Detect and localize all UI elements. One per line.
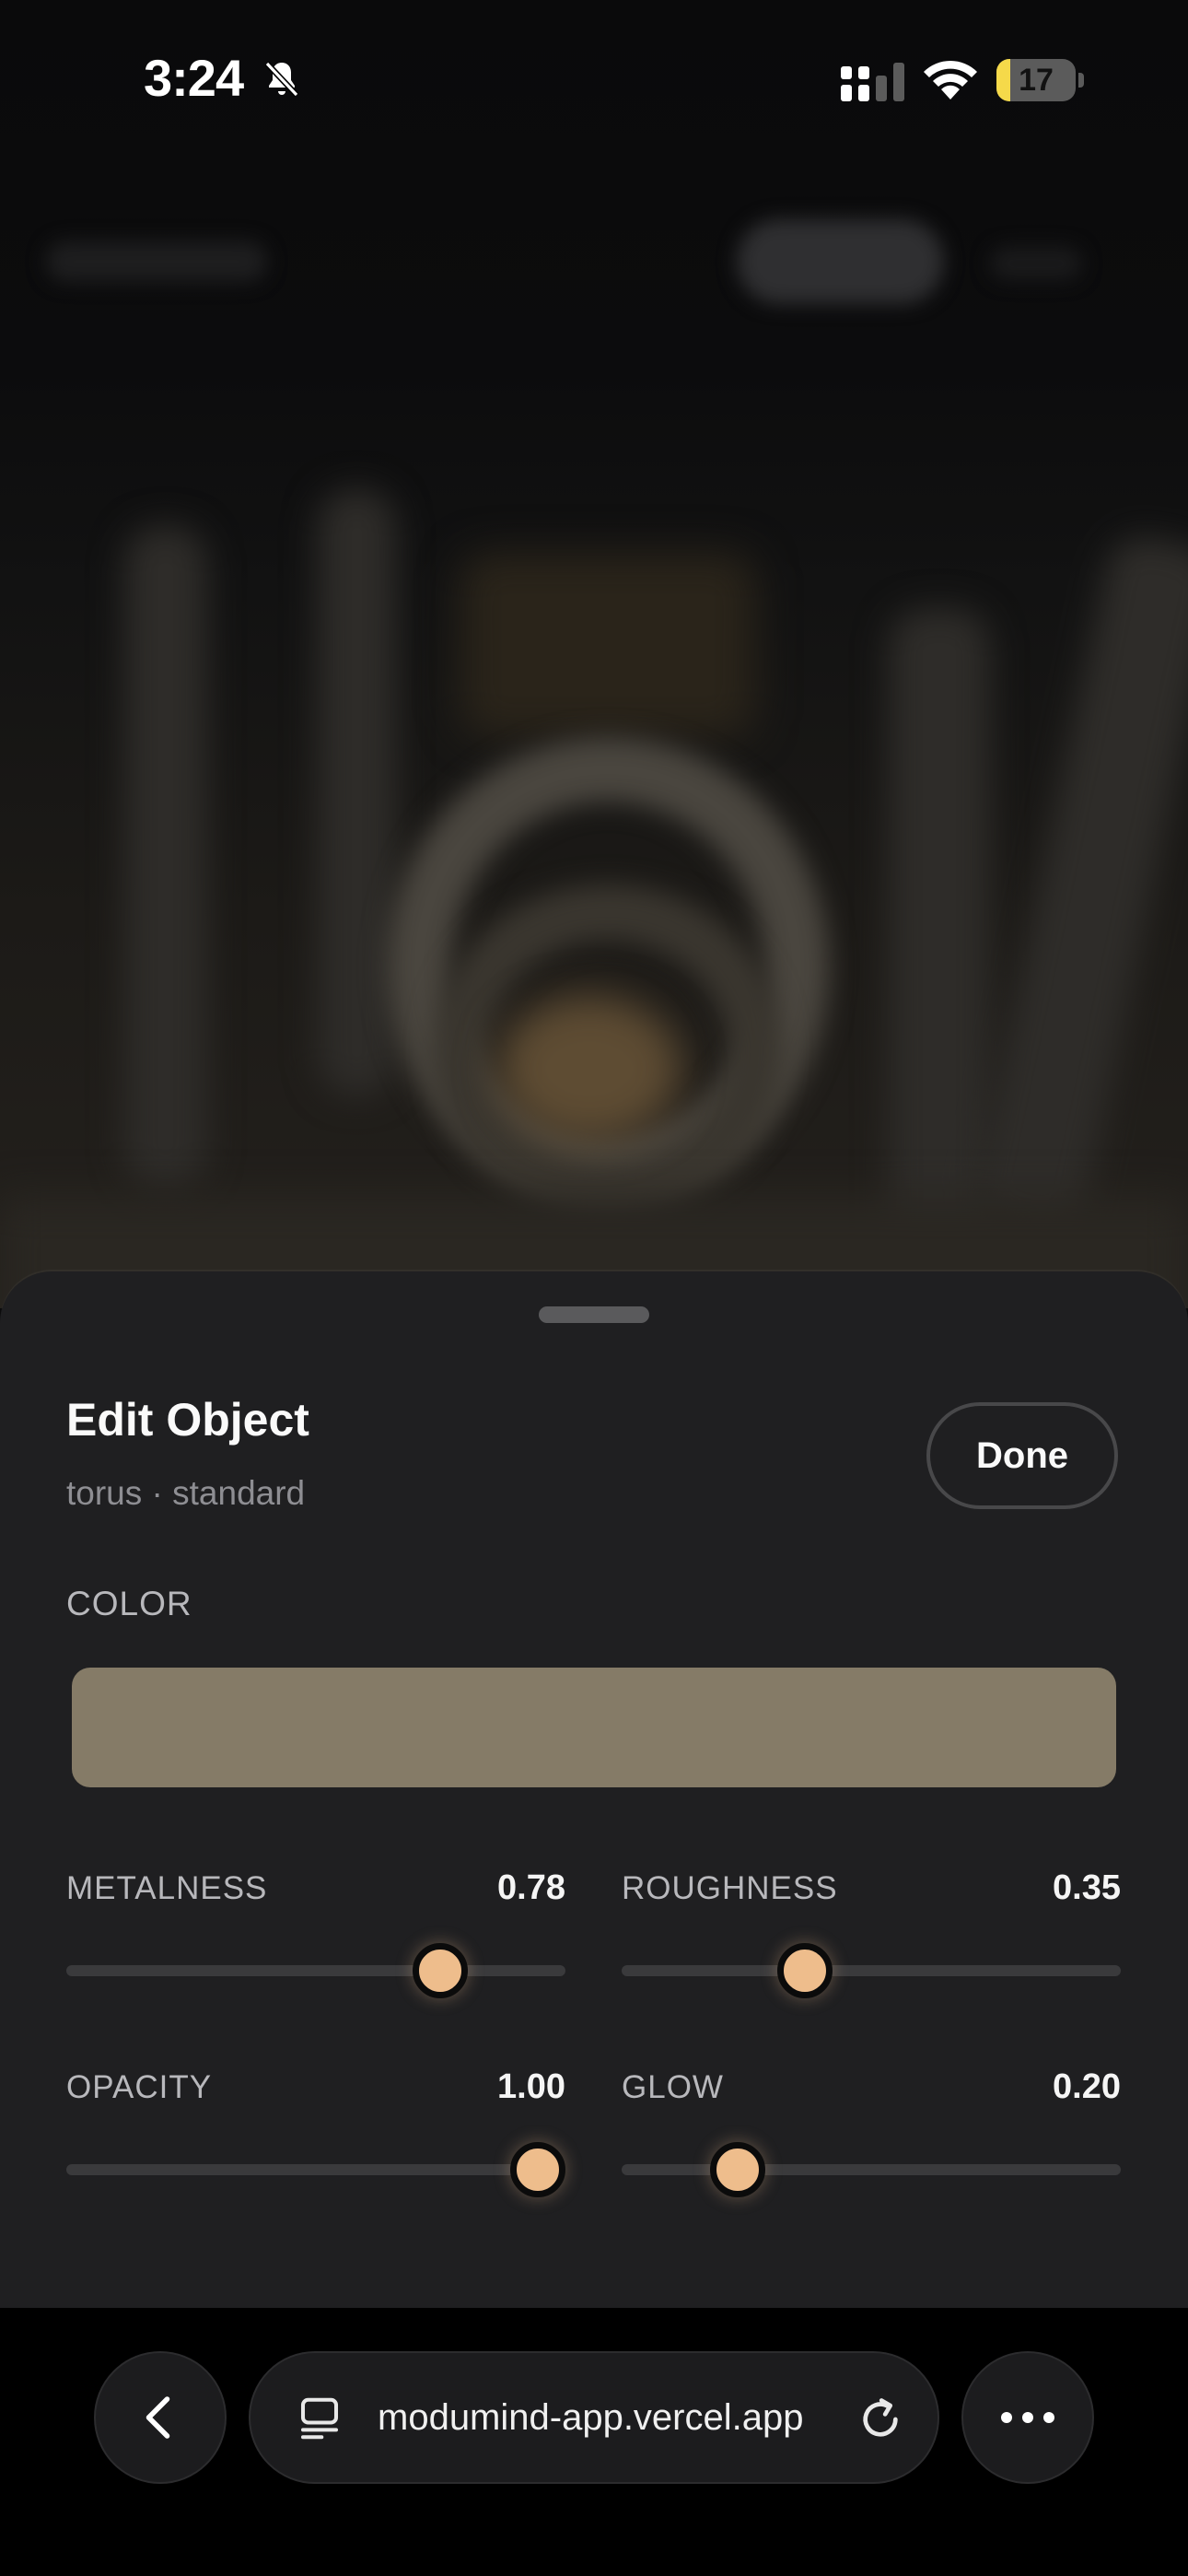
roughness-control: ROUGHNESS 0.35 <box>622 1868 1121 2018</box>
opacity-control: OPACITY 1.00 <box>66 2067 565 2217</box>
glow-control: GLOW 0.20 <box>622 2067 1121 2217</box>
roughness-value: 0.35 <box>1053 1868 1121 1907</box>
status-bar: 3:24 17 <box>0 0 1188 157</box>
scene-background <box>0 0 1188 1308</box>
reload-icon[interactable] <box>855 2394 906 2445</box>
scene-pillar <box>318 488 396 1096</box>
url-text[interactable]: modumind-app.vercel.app <box>378 2353 856 2482</box>
wifi-icon <box>924 60 977 100</box>
sheet-grabber[interactable] <box>539 1306 649 1323</box>
metalness-control: METALNESS 0.78 <box>66 1868 565 2018</box>
cellular-signal-icon <box>841 63 904 101</box>
done-button[interactable]: Done <box>926 1402 1118 1509</box>
scene-pillar <box>124 525 207 1188</box>
metalness-label: METALNESS <box>66 1870 268 1906</box>
bell-slash-icon <box>264 61 299 98</box>
metalness-slider-thumb[interactable] <box>412 1943 468 1998</box>
metalness-value: 0.78 <box>497 1868 565 1907</box>
color-swatch[interactable] <box>72 1668 1116 1787</box>
glow-slider-thumb[interactable] <box>710 2142 766 2197</box>
roughness-label: ROUGHNESS <box>622 1870 838 1906</box>
scene-button-ghost <box>990 247 1082 280</box>
scene-header-ghost <box>46 241 267 282</box>
more-button[interactable] <box>961 2351 1094 2484</box>
scene-button-ghost <box>737 219 944 304</box>
scene-pillar <box>969 530 1188 1239</box>
sheet-subtitle: torus · standard <box>66 1474 306 1512</box>
battery-level: 17 <box>1019 63 1054 98</box>
battery-icon: 17 <box>996 59 1085 101</box>
roughness-slider-thumb[interactable] <box>776 1943 833 1998</box>
glow-slider-track[interactable] <box>622 2164 1121 2175</box>
roughness-slider-track[interactable] <box>622 1965 1121 1976</box>
back-chevron-icon <box>146 2396 170 2439</box>
glow-label: GLOW <box>622 2069 724 2105</box>
tabs-icon[interactable] <box>295 2394 344 2443</box>
opacity-label: OPACITY <box>66 2069 213 2105</box>
more-icon <box>1001 2412 1054 2423</box>
scene-glow-core <box>497 995 681 1142</box>
opacity-slider-thumb[interactable] <box>510 2142 565 2197</box>
edit-object-sheet: Edit Object torus · standard Done COLOR … <box>0 1271 1188 2308</box>
opacity-value: 1.00 <box>497 2067 565 2106</box>
color-label: COLOR <box>66 1585 192 1622</box>
scene-cone <box>460 553 755 737</box>
browser-toolbar: modumind-app.vercel.app <box>0 2308 1188 2576</box>
status-time: 3:24 <box>144 49 244 107</box>
back-button[interactable] <box>94 2351 227 2484</box>
screen: 3:24 17 Edit Object torus · standard Don… <box>0 0 1188 2576</box>
opacity-slider-track[interactable] <box>66 2164 565 2175</box>
address-bar[interactable]: modumind-app.vercel.app <box>249 2351 939 2484</box>
scene-pillar <box>889 608 990 1271</box>
sheet-title: Edit Object <box>66 1394 309 1446</box>
glow-value: 0.20 <box>1053 2067 1121 2106</box>
metalness-slider-track[interactable] <box>66 1965 565 1976</box>
